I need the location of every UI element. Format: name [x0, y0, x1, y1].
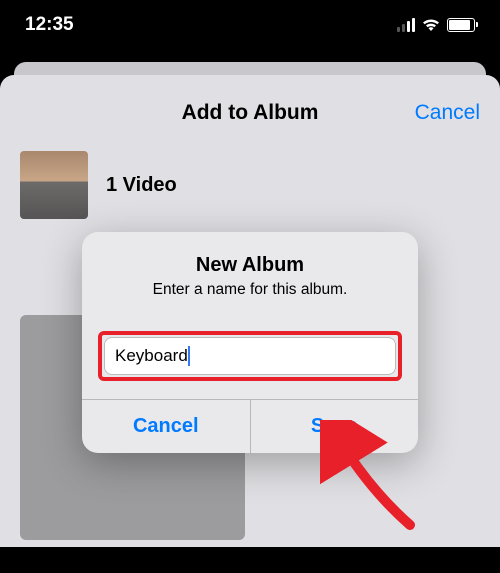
sheet-cancel-button[interactable]: Cancel: [415, 101, 480, 125]
album-name-input[interactable]: Keyboard: [104, 337, 396, 375]
cellular-signal-icon: [397, 18, 415, 32]
dialog-button-row: Cancel Save: [82, 399, 418, 453]
dialog-save-button[interactable]: Save: [251, 400, 419, 453]
dialog-subtitle: Enter a name for this album.: [100, 281, 400, 299]
input-text-value: Keyboard: [115, 346, 188, 366]
new-album-tile-label: New Album...: [20, 550, 245, 573]
new-album-dialog: New Album Enter a name for this album. K…: [82, 232, 418, 453]
wifi-icon: [421, 18, 441, 32]
video-count-label: 1 Video: [106, 174, 177, 197]
selected-media-row: 1 Video: [0, 133, 500, 243]
sheet-title: Add to Album: [182, 101, 319, 125]
sheet-header: Add to Album Cancel: [0, 93, 500, 133]
status-indicators: [397, 18, 475, 32]
status-bar: 12:35: [0, 0, 500, 50]
dialog-cancel-button[interactable]: Cancel: [82, 400, 251, 453]
video-thumbnail: [20, 151, 88, 219]
dialog-title: New Album: [100, 254, 400, 277]
input-highlight-annotation: Keyboard: [98, 331, 402, 381]
text-cursor: [188, 346, 190, 366]
status-time: 12:35: [25, 14, 74, 36]
battery-icon: [447, 18, 475, 32]
